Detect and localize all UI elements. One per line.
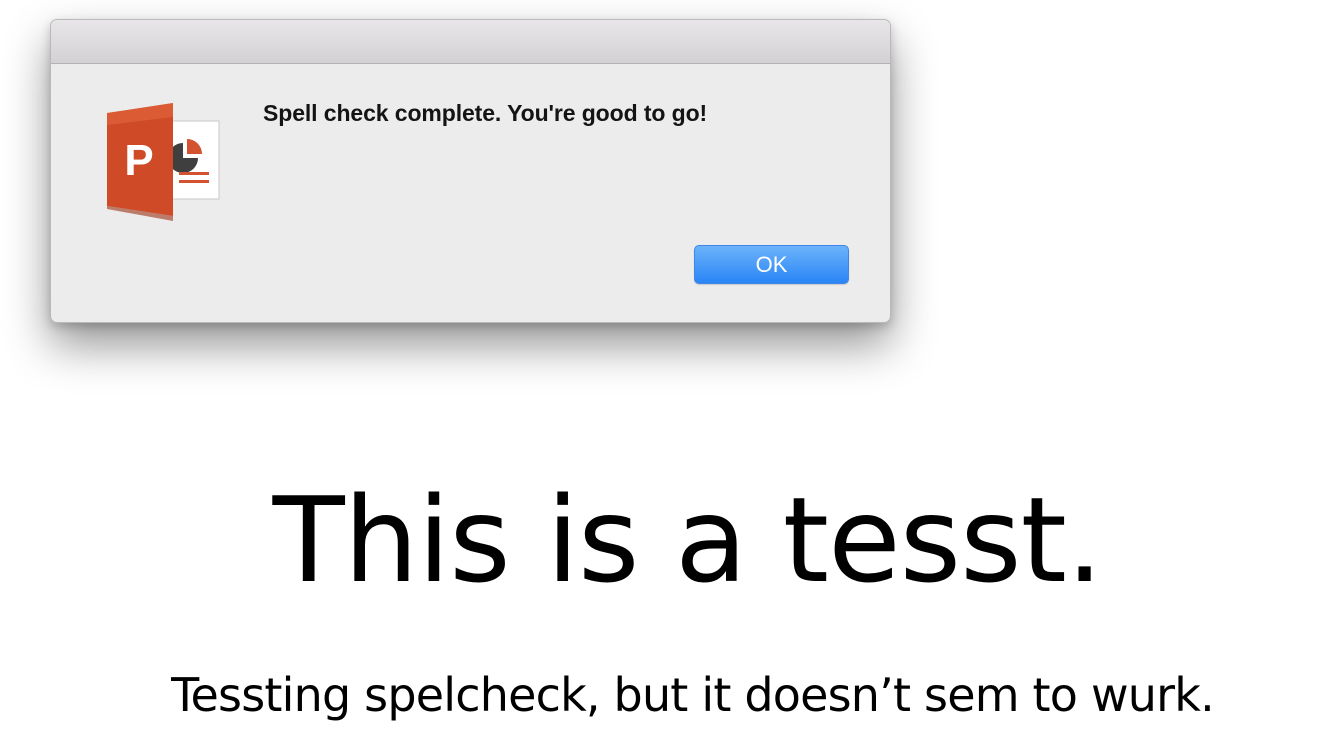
spell-check-alert-dialog: P Spell check complete. You're good to g… <box>50 19 891 323</box>
slide-canvas: This is a tesst. Tessting spelcheck, but… <box>0 0 1320 748</box>
powerpoint-icon-letter: P <box>124 136 153 185</box>
slide-subtitle: Tessting spelcheck, but it doesn’t sem t… <box>171 668 1215 722</box>
dialog-message: Spell check complete. You're good to go! <box>263 100 708 126</box>
ok-button[interactable]: OK <box>694 245 849 284</box>
dialog-titlebar[interactable] <box>51 20 890 64</box>
slide-title: This is a tesst. <box>272 471 1104 609</box>
powerpoint-icon: P <box>105 103 223 221</box>
